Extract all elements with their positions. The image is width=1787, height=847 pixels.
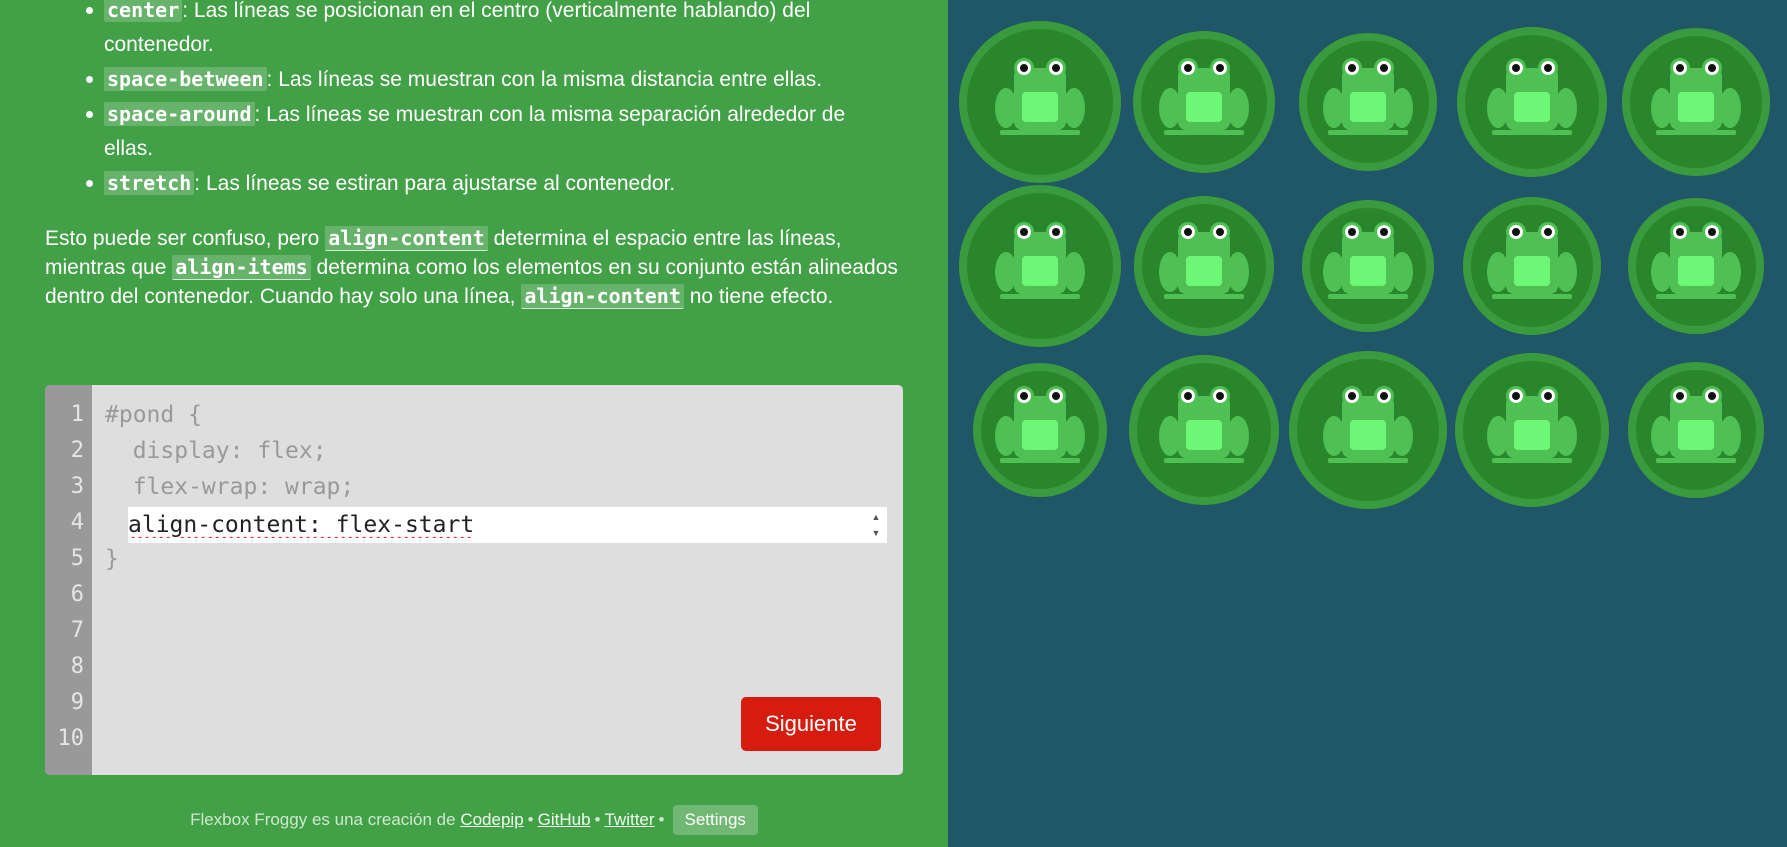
css-answer-input[interactable] [128, 507, 863, 543]
frog-icon [1323, 58, 1413, 135]
answer-input-row: ▲ ▼ [128, 507, 887, 543]
frog-on-lilypad [1450, 20, 1614, 184]
frog-icon [1651, 386, 1741, 463]
settings-button[interactable]: Settings [672, 805, 758, 835]
frog-on-lilypad [958, 20, 1122, 184]
line-number: 6 [70, 582, 84, 607]
frog-on-lilypad [1614, 184, 1778, 348]
code-keyword: align-content [521, 284, 684, 309]
values-list: center: Las líneas se posicionan en el c… [56, 0, 896, 201]
list-item-text: ellas. [104, 137, 154, 160]
code-line: } [105, 546, 119, 572]
line-number: 2 [70, 438, 84, 463]
para-text: no tiene efecto. [683, 285, 834, 308]
frog-on-lilypad [1614, 20, 1778, 184]
frog-icon [1487, 386, 1577, 463]
list-item-text: : Las líneas se muestran con la misma di… [266, 68, 823, 91]
frog-icon [1487, 58, 1577, 135]
code-keyword: space-between [104, 67, 267, 91]
scroll-down-icon[interactable]: ▼ [867, 525, 885, 541]
next-level-button[interactable]: Siguiente [741, 697, 881, 751]
frog-icon [1159, 386, 1249, 463]
frog-on-lilypad [1286, 20, 1450, 184]
footer-credits: Flexbox Froggy es una creación de Codepi… [0, 805, 948, 835]
list-item-text: : Las líneas se muestran con la misma se… [254, 103, 846, 126]
line-number: 4 [70, 510, 84, 535]
list-item-continuation: ellas. [56, 132, 896, 166]
separator: • [527, 810, 534, 829]
list-item: stretch: Las líneas se estiran para ajus… [56, 166, 896, 201]
code-keyword: align-items [172, 255, 311, 280]
frog-icon [1651, 58, 1741, 135]
frog-on-lilypad [1286, 348, 1450, 512]
line-number: 1 [70, 402, 84, 427]
frog-on-lilypad [958, 184, 1122, 348]
list-item-text: : Las líneas se estiran para ajustarse a… [194, 172, 676, 195]
line-number: 3 [70, 474, 84, 499]
frog-on-lilypad [1122, 20, 1286, 184]
frog-on-lilypad [1614, 348, 1778, 512]
line-number: 7 [70, 618, 84, 643]
line-number: 8 [70, 654, 84, 679]
list-item: space-between: Las líneas se muestran co… [56, 62, 896, 97]
frog-icon [1159, 58, 1249, 135]
code-line: #pond { [105, 402, 202, 428]
frog-icon [1651, 222, 1741, 299]
code-keyword: center [104, 0, 183, 22]
explanation-paragraph: Esto puede ser confuso, pero align-conte… [45, 224, 905, 311]
frog-icon [1159, 222, 1249, 299]
frog-on-lilypad [1122, 348, 1286, 512]
textarea-resize-stepper[interactable]: ▲ ▼ [867, 509, 885, 541]
frog-icon [995, 222, 1085, 299]
frog-icon [1323, 386, 1413, 463]
code-line: flex-wrap: wrap; [105, 474, 355, 500]
instructions-panel: center: Las líneas se posicionan en el c… [0, 0, 948, 847]
github-link[interactable]: GitHub [538, 810, 591, 829]
twitter-link[interactable]: Twitter [604, 810, 654, 829]
frog-on-lilypad [1286, 184, 1450, 348]
frog-on-lilypad [1450, 184, 1614, 348]
line-number: 10 [57, 726, 85, 751]
code-keyword: stretch [104, 171, 195, 195]
separator: • [658, 810, 665, 829]
scroll-up-icon[interactable]: ▲ [867, 509, 885, 525]
css-editor: 1 2 3 4 5 6 7 8 9 10 #pond { display: fl… [45, 385, 903, 775]
para-text: Esto puede ser confuso, pero [45, 227, 326, 250]
codepip-link[interactable]: Codepip [460, 810, 523, 829]
credits-text: Flexbox Froggy es una creación de [190, 810, 461, 829]
list-item-text: : Las líneas se posicionan en el centro … [182, 0, 811, 22]
frog-icon [1323, 222, 1413, 299]
code-keyword: space-around [104, 102, 255, 126]
frog-on-lilypad [1122, 184, 1286, 348]
code-line: display: flex; [105, 438, 327, 464]
frog-icon [1487, 222, 1577, 299]
pond-board [948, 0, 1787, 847]
line-number-gutter: 1 2 3 4 5 6 7 8 9 10 [45, 385, 92, 775]
list-item: space-around: Las líneas se muestran con… [56, 97, 896, 132]
frog-icon [995, 386, 1085, 463]
frog-on-lilypad [958, 348, 1122, 512]
separator: • [594, 810, 601, 829]
code-keyword: align-content [325, 226, 488, 251]
line-number: 5 [70, 546, 84, 571]
frog-on-lilypad [1450, 348, 1614, 512]
list-item: center: Las líneas se posicionan en el c… [56, 0, 896, 28]
list-item-text: contenedor. [104, 33, 214, 56]
frog-icon [995, 58, 1085, 135]
line-number: 9 [70, 690, 84, 715]
list-item-continuation: contenedor. [56, 28, 896, 62]
